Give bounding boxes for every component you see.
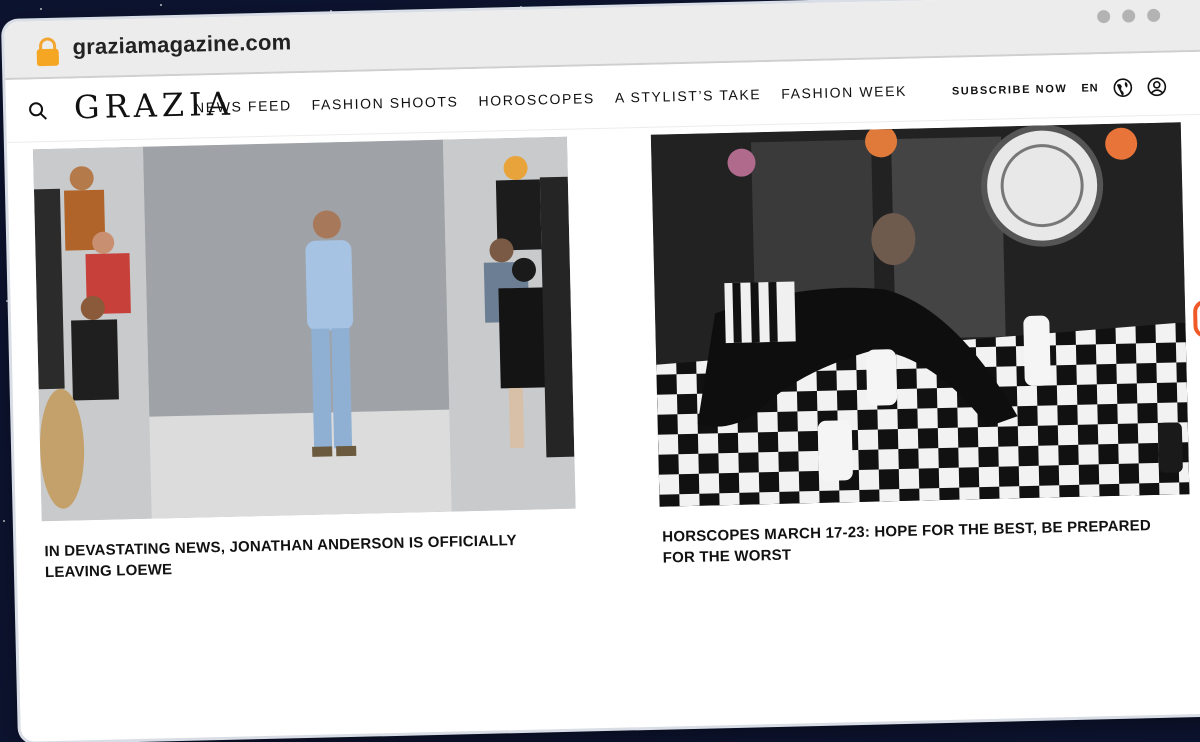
article-headline[interactable]: HORSCOPES MARCH 17-23: HOPE FOR THE BEST… — [662, 515, 1173, 569]
header-actions: SUBSCRIBE NOW EN — [952, 77, 1167, 102]
article-headline[interactable]: IN DEVASTATING NEWS, JONATHAN ANDERSON I… — [44, 529, 565, 583]
subscribe-link[interactable]: SUBSCRIBE NOW — [952, 83, 1068, 98]
window-dot-icon[interactable] — [1147, 8, 1161, 23]
nav-item-fashion-week[interactable]: FASHION WEEK — [781, 83, 907, 102]
address-bar-url[interactable]: graziamagazine.com — [72, 29, 291, 60]
chess-photo — [650, 122, 1190, 507]
window-dot-icon[interactable] — [1122, 9, 1136, 23]
nav-item-fashion-shoots[interactable]: FASHION SHOOTS — [311, 93, 458, 112]
runway-photo — [33, 136, 576, 522]
language-selector[interactable]: EN — [1081, 82, 1099, 94]
nav-item-horoscopes[interactable]: HOROSCOPES — [478, 90, 595, 109]
globe-icon[interactable] — [1112, 77, 1132, 97]
search-icon[interactable] — [28, 101, 48, 121]
article-image-chess[interactable] — [650, 122, 1190, 507]
article-image-runway[interactable] — [33, 136, 576, 522]
window-controls — [1097, 8, 1161, 24]
user-account-icon[interactable] — [1146, 77, 1166, 97]
nav-item-stylists-take[interactable]: A STYLIST’S TAKE — [615, 86, 762, 105]
article-grid: IN DEVASTATING NEWS, JONATHAN ANDERSON I… — [7, 111, 1200, 740]
lock-icon — [36, 37, 59, 67]
main-nav: NEWS FEED FASHION SHOOTS HOROSCOPES A ST… — [194, 83, 907, 116]
browser-window: graziamagazine.com GRAZIA NEWS FEED FASH… — [4, 0, 1200, 742]
window-dot-icon[interactable] — [1097, 9, 1111, 24]
nav-item-news-feed[interactable]: NEWS FEED — [194, 97, 292, 115]
